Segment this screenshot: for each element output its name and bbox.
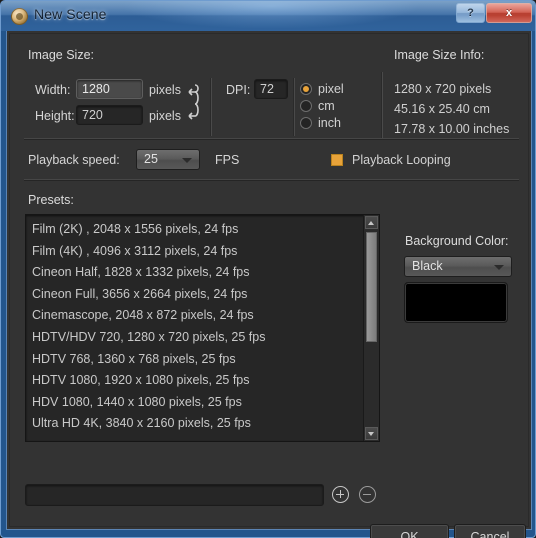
dpi-label: DPI: bbox=[226, 83, 251, 97]
list-item[interactable]: HDTV/HDV 720, 1280 x 720 pixels, 25 fps bbox=[32, 327, 363, 349]
playback-speed-dropdown[interactable]: 25 bbox=[136, 149, 200, 170]
minus-circle-icon[interactable] bbox=[359, 486, 376, 503]
radio-inch-icon bbox=[300, 116, 312, 129]
list-item[interactable]: Cinemascope, 2048 x 872 pixels, 24 fps bbox=[32, 305, 363, 327]
titlebar-glow bbox=[121, 1, 421, 29]
playback-speed-label: Playback speed: bbox=[28, 153, 120, 167]
list-item[interactable]: HDTV 1080, 1920 x 1080 pixels, 25 fps bbox=[32, 370, 363, 392]
radio-pixel-icon bbox=[300, 82, 312, 95]
unit-option-cm[interactable]: cm bbox=[300, 98, 335, 113]
height-label: Height: bbox=[35, 109, 75, 123]
checkbox-checked-icon bbox=[331, 153, 343, 166]
plus-circle-icon[interactable] bbox=[332, 486, 349, 503]
height-input[interactable] bbox=[76, 105, 143, 125]
width-input[interactable] bbox=[76, 79, 143, 99]
window-controls: ? x bbox=[456, 3, 532, 23]
app-logo-icon bbox=[11, 8, 28, 25]
playback-looping-checkbox[interactable]: Playback Looping bbox=[331, 152, 451, 167]
list-item[interactable]: Film (2K) , 2048 x 1556 pixels, 24 fps bbox=[32, 219, 363, 241]
image-size-info-line-cm: 45.16 x 25.40 cm bbox=[394, 102, 490, 116]
image-size-info-line-inches: 17.78 x 10.00 inches bbox=[394, 122, 510, 136]
dialog-body: Image Size: Width: pixels Height: pixels bbox=[6, 31, 532, 538]
list-item[interactable]: HDV 1080, 1440 x 1080 pixels, 25 fps bbox=[32, 392, 363, 414]
presets-section-label: Presets: bbox=[28, 193, 74, 207]
dpi-input[interactable] bbox=[254, 79, 288, 99]
cancel-button[interactable]: Cancel bbox=[454, 524, 526, 538]
width-label: Width: bbox=[35, 83, 71, 97]
divider-vertical-3 bbox=[381, 72, 383, 140]
playback-speed-value: 25 bbox=[144, 152, 158, 166]
ok-button[interactable]: OK bbox=[370, 524, 449, 538]
playback-looping-label: Playback Looping bbox=[352, 152, 451, 167]
unit-option-inch[interactable]: inch bbox=[300, 115, 341, 130]
scroll-down-icon[interactable] bbox=[365, 427, 378, 440]
scroll-up-icon[interactable] bbox=[365, 216, 378, 229]
help-button[interactable]: ? bbox=[456, 3, 485, 23]
fps-label: FPS bbox=[215, 153, 240, 167]
image-size-info-line-pixels: 1280 x 720 pixels bbox=[394, 82, 492, 96]
presets-list: Film (2K) , 2048 x 1556 pixels, 24 fps F… bbox=[26, 215, 363, 441]
divider-horizontal-1 bbox=[24, 138, 519, 140]
chevron-down-icon bbox=[182, 158, 192, 163]
list-item[interactable]: Film (4K) , 4096 x 3112 pixels, 24 fps bbox=[32, 241, 363, 263]
unit-option-cm-label: cm bbox=[318, 98, 335, 113]
background-color-value: Black bbox=[412, 259, 443, 273]
background-color-swatch[interactable] bbox=[404, 282, 508, 323]
screenshot-root: New Scene ? x Image Size: Width: pixels … bbox=[0, 0, 536, 538]
unit-option-pixel[interactable]: pixel bbox=[300, 81, 344, 96]
list-item[interactable]: HDTV 768, 1360 x 768 pixels, 25 fps bbox=[32, 349, 363, 371]
window-title: New Scene bbox=[34, 6, 107, 22]
height-unit-label: pixels bbox=[149, 109, 181, 123]
radio-cm-icon bbox=[300, 99, 312, 112]
width-unit-label: pixels bbox=[149, 83, 181, 97]
window-titlebar[interactable]: New Scene ? x bbox=[1, 1, 535, 31]
presets-scrollbar[interactable] bbox=[363, 215, 379, 441]
close-button[interactable]: x bbox=[486, 3, 532, 23]
background-color-dropdown[interactable]: Black bbox=[404, 256, 512, 277]
divider-vertical-1 bbox=[210, 78, 212, 136]
list-item[interactable]: Cineon Half, 1828 x 1332 pixels, 24 fps bbox=[32, 262, 363, 284]
image-size-info-label: Image Size Info: bbox=[394, 48, 485, 62]
chevron-down-icon bbox=[494, 265, 504, 270]
presets-listbox[interactable]: Film (2K) , 2048 x 1556 pixels, 24 fps F… bbox=[25, 214, 380, 442]
divider-vertical-2 bbox=[293, 78, 295, 136]
divider-horizontal-2 bbox=[24, 179, 519, 181]
image-size-section-label: Image Size: bbox=[28, 48, 95, 62]
new-preset-input[interactable] bbox=[25, 484, 324, 506]
unit-option-pixel-label: pixel bbox=[318, 81, 344, 96]
list-item[interactable]: Ultra HD 4K, 3840 x 2160 pixels, 25 fps bbox=[32, 413, 363, 435]
background-color-label: Background Color: bbox=[405, 234, 509, 248]
unit-option-inch-label: inch bbox=[318, 115, 341, 130]
dialog-inner: Image Size: Width: pixels Height: pixels bbox=[9, 33, 529, 538]
new-scene-window: New Scene ? x Image Size: Width: pixels … bbox=[0, 0, 536, 538]
list-item[interactable]: Cineon Full, 3656 x 2664 pixels, 24 fps bbox=[32, 284, 363, 306]
scrollbar-thumb[interactable] bbox=[366, 232, 377, 342]
aspect-ratio-link-icon[interactable] bbox=[186, 80, 202, 128]
